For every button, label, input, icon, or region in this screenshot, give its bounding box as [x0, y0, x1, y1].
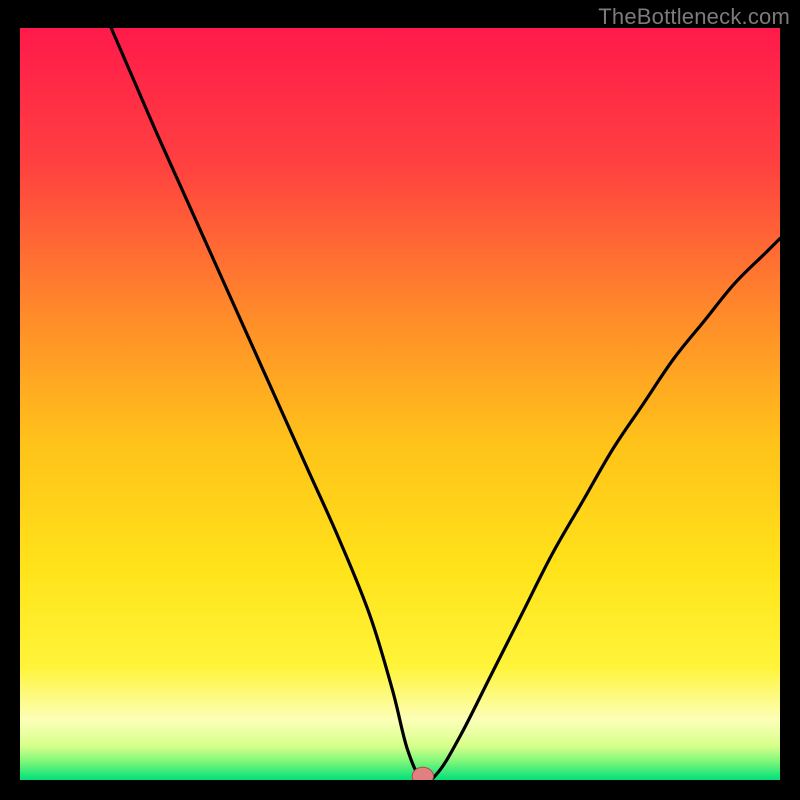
gradient-background [20, 28, 780, 780]
watermark-text: TheBottleneck.com [598, 4, 790, 30]
chart-stage: TheBottleneck.com [0, 0, 800, 800]
plot-area [20, 28, 780, 780]
bottleneck-chart [20, 28, 780, 780]
